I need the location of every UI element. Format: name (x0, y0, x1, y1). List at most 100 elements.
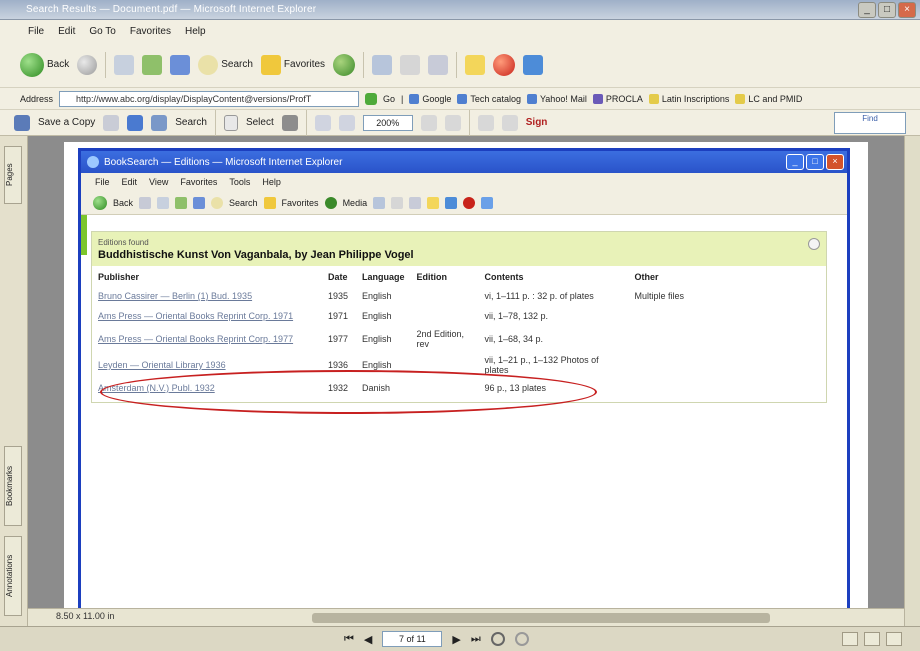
globe-icon (526, 93, 537, 104)
link-lc-pmid[interactable]: LC and PMID (735, 93, 802, 104)
go-forward-view-icon[interactable] (514, 632, 529, 646)
history-icon[interactable] (372, 54, 393, 75)
history-icon[interactable] (373, 196, 386, 209)
last-page-button[interactable]: ⏭ (471, 633, 481, 646)
menu-file[interactable]: File (28, 26, 44, 37)
facing-icon[interactable] (886, 632, 902, 646)
save-icon[interactable] (14, 114, 30, 131)
sign-button[interactable]: Sign (526, 117, 548, 128)
link-latin-inscriptions[interactable]: Latin Inscriptions (648, 93, 729, 104)
messenger-icon[interactable] (493, 53, 516, 76)
close-button[interactable]: × (898, 2, 916, 18)
popup-menu-file[interactable]: File (95, 177, 110, 187)
link-yahoo-mail[interactable]: Yahoo! Mail (526, 93, 587, 104)
tab-bookmarks[interactable]: Bookmarks (4, 446, 22, 526)
print-icon[interactable] (409, 196, 422, 209)
menu-edit[interactable]: Edit (58, 26, 75, 37)
media-icon[interactable] (333, 53, 356, 76)
forward-arrow-icon[interactable] (77, 54, 98, 75)
vertical-scrollbar[interactable] (904, 136, 920, 626)
media-icon[interactable] (324, 196, 337, 209)
favorites-button[interactable]: Favorites (260, 54, 325, 75)
maximize-button[interactable]: □ (878, 2, 896, 18)
back-arrow-icon[interactable] (93, 195, 107, 210)
select-tool-button[interactable]: Select (246, 117, 274, 128)
forward-arrow-icon[interactable] (139, 196, 152, 209)
research-icon[interactable] (523, 54, 544, 75)
address-input[interactable]: http://www.abc.org/display/DisplayConten… (59, 90, 360, 107)
text-select-icon[interactable] (223, 114, 238, 131)
first-page-button[interactable]: ⏮ (344, 633, 354, 646)
translate-icon[interactable] (481, 196, 494, 209)
email-icon[interactable] (127, 114, 144, 131)
close-panel-icon[interactable] (808, 238, 820, 250)
pdf-search-button[interactable]: Search (175, 117, 207, 128)
popup-menu-view[interactable]: View (149, 177, 168, 187)
menu-help[interactable]: Help (185, 26, 206, 37)
prev-page-button[interactable]: ◀ (364, 633, 372, 646)
publisher-link[interactable]: Amsterdam (N.V.) Publ. 1932 (92, 378, 322, 398)
tab-annotations[interactable]: Annotations (4, 536, 22, 616)
popup-close-button[interactable]: × (826, 154, 844, 170)
binoculars-icon[interactable] (151, 114, 168, 131)
refresh-icon[interactable] (142, 54, 163, 75)
go-label[interactable]: Go (383, 94, 395, 104)
link-procla[interactable]: PROCLA (592, 93, 643, 104)
folder-icon[interactable] (465, 54, 486, 75)
mail-icon[interactable] (400, 54, 421, 75)
popup-minimize-button[interactable]: _ (786, 154, 804, 170)
single-page-icon[interactable] (842, 632, 858, 646)
zoom-in-icon[interactable] (338, 114, 355, 131)
popup-favorites-label[interactable]: Favorites (282, 198, 319, 208)
popup-search-label[interactable]: Search (229, 198, 258, 208)
minimize-button[interactable]: _ (858, 2, 876, 18)
go-back-view-icon[interactable] (490, 632, 505, 646)
continuous-icon[interactable] (864, 632, 880, 646)
refresh-icon[interactable] (175, 196, 188, 209)
scroll-thumb[interactable] (312, 613, 770, 623)
home-icon[interactable] (193, 196, 206, 209)
pdf-find-field[interactable]: Find (834, 111, 906, 134)
home-icon[interactable] (170, 54, 191, 75)
search-button[interactable]: Search (198, 54, 253, 75)
research-icon[interactable] (445, 196, 458, 209)
horizontal-scrollbar[interactable]: 8.50 x 11.00 in (28, 608, 904, 626)
snapshot-icon[interactable] (281, 114, 298, 131)
menu-favorites[interactable]: Favorites (130, 26, 171, 37)
rotate-icon[interactable] (477, 114, 494, 131)
popup-menu-tools[interactable]: Tools (229, 177, 250, 187)
save-copy-button[interactable]: Save a Copy (38, 117, 95, 128)
link-google[interactable]: Google (409, 93, 451, 104)
popup-menu-edit[interactable]: Edit (122, 177, 138, 187)
publisher-link[interactable]: Leyden — Oriental Library 1936 (92, 352, 322, 378)
popup-menu-help[interactable]: Help (262, 177, 281, 187)
popup-maximize-button[interactable]: □ (806, 154, 824, 170)
zoom-field[interactable]: 200% (362, 114, 413, 131)
fit-width-icon[interactable] (444, 114, 461, 131)
menu-goto[interactable]: Go To (89, 26, 116, 37)
messenger-icon[interactable] (463, 196, 476, 209)
folder-icon[interactable] (427, 196, 440, 209)
search-icon[interactable] (211, 196, 224, 209)
mail-icon[interactable] (391, 196, 404, 209)
comment-icon[interactable] (501, 114, 518, 131)
go-icon[interactable] (365, 92, 378, 105)
publisher-link[interactable]: Ams Press — Oriental Books Reprint Corp.… (92, 306, 322, 326)
link-tech-catalog[interactable]: Tech catalog (457, 93, 521, 104)
star-icon[interactable] (263, 196, 276, 209)
stop-icon[interactable] (157, 196, 170, 209)
popup-media-label[interactable]: Media (343, 198, 368, 208)
stop-icon[interactable] (114, 54, 135, 75)
publisher-link[interactable]: Ams Press — Oriental Books Reprint Corp.… (92, 326, 322, 352)
print-icon[interactable] (103, 114, 120, 131)
popup-menu-favorites[interactable]: Favorites (180, 177, 217, 187)
zoom-out-icon[interactable] (314, 114, 331, 131)
popup-back-label[interactable]: Back (113, 198, 133, 208)
page-number-field[interactable]: 7 of 11 (382, 631, 443, 647)
fit-page-icon[interactable] (420, 114, 437, 131)
publisher-link[interactable]: Bruno Cassirer — Berlin (1) Bud. 1935 (92, 286, 322, 306)
print-icon[interactable] (428, 54, 449, 75)
tab-pages[interactable]: Pages (4, 146, 22, 204)
next-page-button[interactable]: ▶ (452, 633, 460, 646)
back-button[interactable]: Back (20, 52, 69, 77)
